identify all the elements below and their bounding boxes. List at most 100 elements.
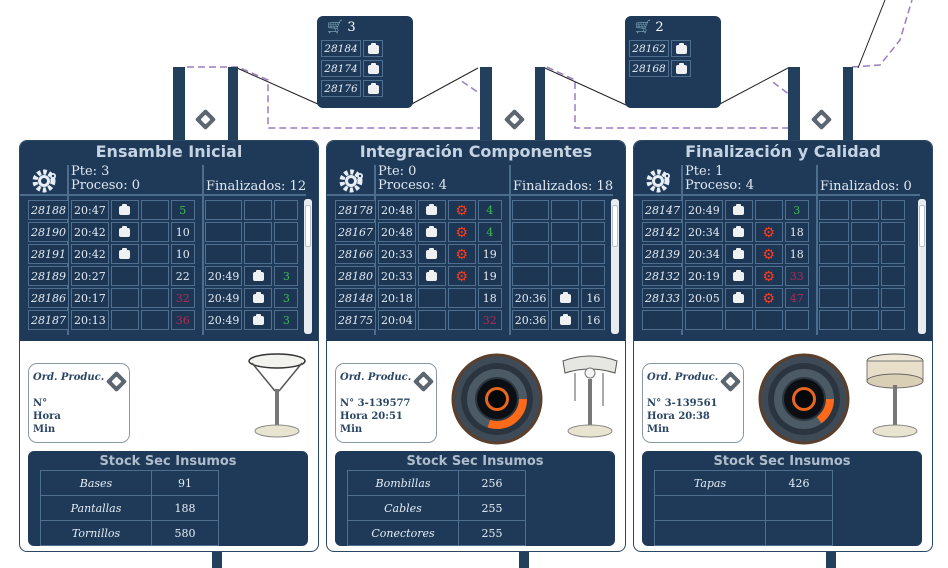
finished-count-cell [274, 244, 299, 264]
production-order-card[interactable]: Ord. Produc. N° 3-139577 Hora 20:51 Min [335, 363, 437, 443]
station-header: Finalización y Calidad Pte: 1 Proceso: 4… [634, 141, 932, 341]
station-settings-gear-icon[interactable] [337, 167, 365, 195]
rack-item-id: 28184 [321, 40, 361, 57]
stock-panel: Stock Sec Insumos Bases 91 Pantallas 188 Tor… [28, 451, 308, 546]
process-cell [447, 288, 476, 308]
order-id-cell: 28147 [642, 200, 683, 220]
station-settings-gear-icon[interactable] [644, 167, 672, 195]
order-diamond-icon[interactable] [719, 370, 742, 393]
table-row[interactable]: 28148 20:18 18 20:36 16 [335, 288, 606, 308]
start-time-cell: 20:48 [378, 200, 416, 220]
rack-item[interactable]: 28168 [629, 60, 695, 78]
box-icon [367, 83, 379, 94]
elapsed-cell: 4 [477, 222, 502, 242]
rack-item[interactable]: 28162 [629, 40, 695, 58]
station-settings-gear-icon[interactable] [30, 167, 58, 195]
table-row[interactable]: 28190 20:42 10 [28, 222, 299, 242]
order-id-cell: 28178 [335, 200, 376, 220]
in-process-count: Proceso: 4 [378, 178, 448, 193]
order-diamond-icon[interactable] [412, 370, 435, 393]
table-row[interactable]: 28147 20:49 3 [642, 200, 905, 220]
finished-box-cell [244, 200, 273, 220]
orders-table: 28147 20:49 3 28142 20:34 ⚙ 18 28139 20:34 ⚙ 18 281… [640, 198, 907, 332]
table-row[interactable]: 28186 20:17 32 20:49 3 [28, 288, 299, 308]
start-time-cell: 20:05 [685, 288, 723, 308]
stock-item-name: Bases [40, 470, 152, 496]
table-row[interactable]: 28180 20:33 ⚙ 19 [335, 266, 606, 286]
box-icon [559, 314, 571, 325]
table-row[interactable]: 28132 20:19 ⚙ 33 [642, 266, 905, 286]
table-row[interactable]: 28133 20:05 ⚙ 47 [642, 288, 905, 308]
rack-item[interactable]: 28174 [321, 60, 387, 78]
status-counts: Pte: 3 Proceso: 0 [71, 165, 140, 193]
start-time-cell: 20:19 [685, 266, 723, 286]
pillar [826, 550, 836, 568]
finished-box-cell [244, 222, 273, 242]
table-scrollbar[interactable] [611, 199, 619, 334]
box-icon [367, 63, 379, 74]
elapsed-cell: 18 [784, 222, 809, 242]
stock-title: Stock Sec Insumos [406, 454, 544, 469]
table-row[interactable]: 28188 20:47 5 [28, 200, 299, 220]
order-id-cell: 28190 [28, 222, 69, 242]
order-diamond-icon[interactable] [105, 370, 128, 393]
table-row[interactable]: 28139 20:34 ⚙ 18 [642, 244, 905, 264]
stock-item-name: Pantallas [40, 495, 152, 521]
elapsed-cell: 47 [784, 288, 809, 308]
column-gap [504, 288, 510, 308]
rack-item[interactable]: 28184 [321, 40, 387, 58]
scrollbar-thumb[interactable] [919, 205, 925, 247]
process-cell: ⚙ [447, 200, 476, 220]
scrollbar-thumb[interactable] [612, 205, 618, 247]
stock-table: Bombillas 256 Cables 255 Conectores 255 [347, 470, 526, 546]
order-id-cell: 28132 [642, 266, 683, 286]
finished-time-cell: 20:49 [204, 310, 243, 330]
rack-item[interactable]: 28176 [321, 80, 387, 98]
finished-time-cell [818, 200, 849, 220]
processing-gear-icon: ⚙ [455, 202, 468, 219]
production-order-card[interactable]: Ord. Produc. N° Hora Min [28, 363, 130, 443]
table-row[interactable]: 28166 20:33 ⚙ 19 [335, 244, 606, 264]
processing-gear-icon: ⚙ [762, 246, 775, 263]
process-cell [754, 310, 783, 330]
process-cell: ⚙ [754, 244, 783, 264]
elapsed-cell: 19 [477, 244, 502, 264]
finished-time-cell [511, 244, 550, 264]
progress-dial [451, 353, 543, 445]
table-row[interactable]: 28178 20:48 ⚙ 4 [335, 200, 606, 220]
box-cell [110, 244, 139, 264]
table-scrollbar[interactable] [918, 199, 926, 334]
table-row[interactable]: 28187 20:13 36 20:49 3 [28, 310, 299, 330]
pillar [480, 67, 492, 140]
start-time-cell: 20:48 [378, 222, 416, 242]
table-row[interactable]: 28175 20:04 32 20:36 16 [335, 310, 606, 330]
station-header: Integración Componentes Pte: 0 Proceso: … [327, 141, 625, 341]
pillar [843, 67, 853, 140]
process-cell: ⚙ [447, 222, 476, 242]
column-gap [197, 266, 203, 286]
finished-box-cell [850, 310, 879, 330]
column-gap [811, 288, 817, 308]
table-row[interactable]: 28142 20:34 ⚙ 18 [642, 222, 905, 242]
box-cell [417, 310, 446, 330]
rack-count: 3 [347, 20, 356, 35]
start-time-cell [685, 310, 723, 330]
table-row[interactable] [642, 310, 905, 330]
process-cell [140, 266, 169, 286]
column-gap [197, 222, 203, 242]
table-row[interactable]: 28167 20:48 ⚙ 4 [335, 222, 606, 242]
scrollbar-thumb[interactable] [305, 205, 311, 247]
column-gap [811, 200, 817, 220]
table-row[interactable]: 28189 20:27 22 20:49 3 [28, 266, 299, 286]
finished-box-cell [244, 310, 273, 330]
production-order-card[interactable]: Ord. Produc. N° 3-139561 Hora 20:38 Min [642, 363, 744, 443]
start-time-cell: 20:27 [71, 266, 109, 286]
finished-box-cell [551, 222, 580, 242]
pillar [228, 67, 238, 140]
stock-item-name: Tornillos [40, 520, 152, 546]
station-title: Integración Componentes [359, 142, 593, 161]
table-row[interactable]: 28191 20:42 10 [28, 244, 299, 264]
table-scrollbar[interactable] [304, 199, 312, 334]
stock-item-name: Conectores [347, 520, 459, 546]
stock-item-name: Cables [347, 495, 459, 521]
